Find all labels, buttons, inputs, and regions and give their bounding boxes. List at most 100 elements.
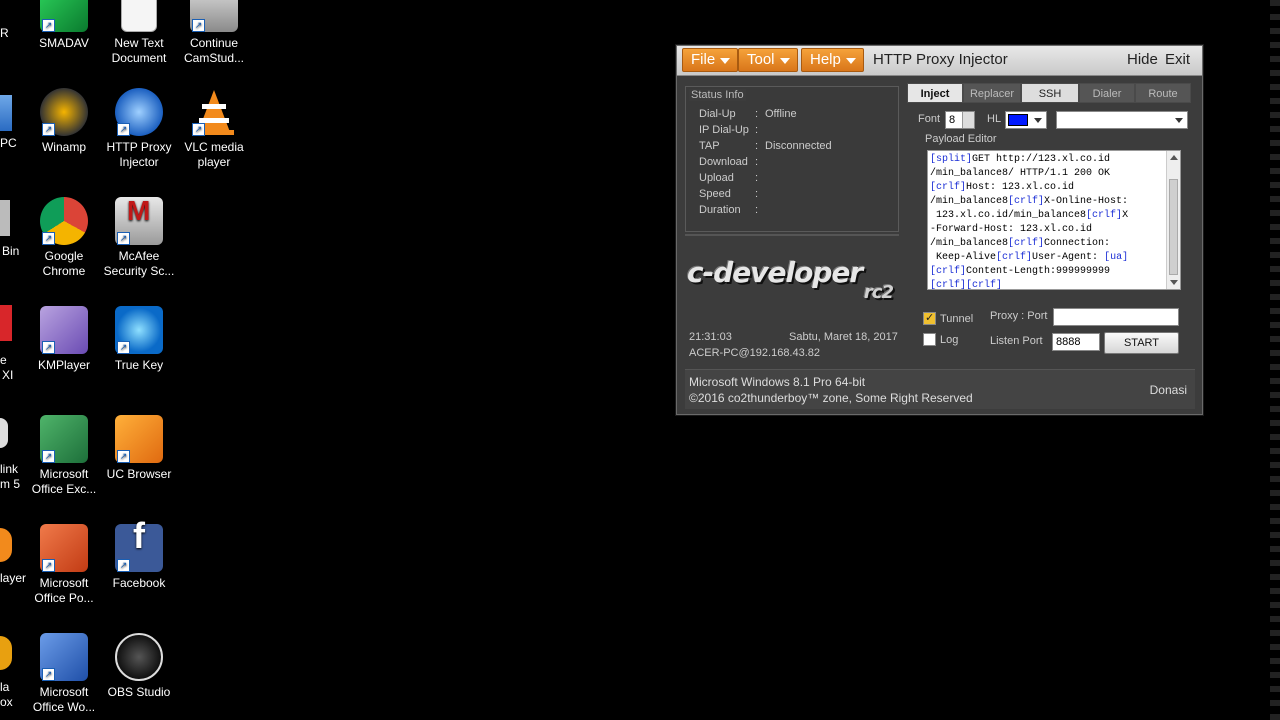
- tab-bar: Inject Replacer SSH Dialer Route: [907, 83, 1193, 103]
- desktop-icon-camstudio[interactable]: ↗ Continue CamStud...: [175, 0, 253, 66]
- log-checkbox[interactable]: [923, 333, 936, 346]
- status-key: TAP: [699, 140, 720, 152]
- status-key: Duration: [699, 204, 741, 216]
- payload-line: [split]GET http://123.xl.co.id: [930, 153, 1164, 167]
- payload-line: [crlf][crlf]: [930, 279, 1164, 290]
- status-info-legend: Status Info: [689, 89, 746, 101]
- tab-ssh[interactable]: SSH: [1021, 83, 1079, 103]
- smadav-icon: ↗: [40, 0, 88, 32]
- desktop-icon-label: HTTP Proxy Injector: [106, 140, 172, 169]
- file-menu-button[interactable]: File: [682, 48, 739, 72]
- footer: Microsoft Windows 8.1 Pro 64-bit ©2016 c…: [685, 369, 1195, 409]
- desktop-icon-kmplayer[interactable]: ↗ KMPlayer: [25, 306, 103, 373]
- adobe-icon[interactable]: [0, 305, 12, 341]
- title-bar[interactable]: File Tool Help HTTP Proxy Injector Hide …: [677, 46, 1202, 76]
- scroll-up-icon[interactable]: [1170, 155, 1178, 160]
- scroll-thumb[interactable]: [1169, 179, 1178, 275]
- chevron-down-icon: [1175, 118, 1183, 123]
- desktop-icon-label: Facebook: [112, 576, 166, 590]
- payload-fragment: /min_balance8: [930, 196, 1009, 207]
- status-row-ip-dialup: IP Dial-Up:: [699, 124, 765, 136]
- cut-label: e: [0, 353, 7, 367]
- desktop-icon-truekey[interactable]: ↗ True Key: [100, 306, 178, 373]
- payload-scrollbar[interactable]: [1166, 151, 1180, 289]
- powerpoint-icon: ↗: [40, 524, 88, 572]
- payload-fragment: 123.xl.co.id/min_balance8: [930, 210, 1087, 221]
- desktop-icon-facebook[interactable]: f ↗ Facebook: [100, 518, 178, 591]
- payload-editor[interactable]: [split]GET http://123.xl.co.id/min_balan…: [927, 150, 1181, 290]
- desktop-icon-label: KMPlayer: [37, 358, 90, 372]
- desktop-icon-vlc[interactable]: ↗ VLC media player: [175, 88, 253, 170]
- highlight-style-select[interactable]: [1056, 111, 1188, 129]
- window-title: HTTP Proxy Injector: [873, 51, 1008, 68]
- status-value: Disconnected: [765, 140, 832, 152]
- tab-route[interactable]: Route: [1135, 83, 1191, 103]
- tool-menu-button[interactable]: Tool: [738, 48, 798, 72]
- status-key: Speed: [699, 188, 731, 200]
- exit-button[interactable]: Exit: [1165, 51, 1190, 68]
- truekey-icon: ↗: [115, 306, 163, 354]
- donasi-link[interactable]: Donasi: [1150, 383, 1187, 397]
- proxy-port-label: Proxy : Port: [990, 310, 1048, 322]
- obs-icon: [115, 633, 163, 681]
- desktop-icon-label: Continue CamStud...: [183, 36, 245, 65]
- os-info: Microsoft Windows 8.1 Pro 64-bit: [689, 375, 866, 389]
- status-key: Dial-Up: [699, 108, 736, 120]
- recycle-bin-icon[interactable]: [0, 200, 10, 236]
- cut-label: la: [0, 680, 10, 694]
- tab-dialer[interactable]: Dialer: [1079, 83, 1135, 103]
- tool-menu-label: Tool: [747, 51, 775, 68]
- desktop-icon-label: Microsoft Office Exc...: [31, 467, 97, 496]
- payload-fragment: X-Online-Host:: [1044, 196, 1129, 207]
- scroll-down-icon[interactable]: [1170, 280, 1178, 285]
- payload-fragment: Content-Length:999999999: [966, 266, 1111, 277]
- highlight-color-picker[interactable]: [1005, 111, 1047, 129]
- desktop-icon-powerpoint[interactable]: ↗ Microsoft Office Po...: [25, 524, 103, 606]
- desktop-icon-http-proxy-injector[interactable]: ↗ HTTP Proxy Injector: [100, 88, 178, 170]
- desktop-icon-label: Google Chrome: [42, 249, 86, 278]
- kmplayer-icon: ↗: [40, 306, 88, 354]
- hide-button[interactable]: Hide: [1127, 51, 1158, 68]
- listen-port-input[interactable]: 8888: [1052, 333, 1100, 351]
- desktop-icon-chrome[interactable]: ↗ Google Chrome: [25, 197, 103, 279]
- link-icon[interactable]: [0, 418, 8, 448]
- desktop-icon-word[interactable]: ↗ Microsoft Office Wo...: [25, 633, 103, 715]
- payload-tag: [crlf]: [1008, 196, 1045, 207]
- desktop-icon-obs[interactable]: OBS Studio: [100, 633, 178, 700]
- desktop-icon-ucbrowser[interactable]: ↗ UC Browser: [100, 415, 178, 482]
- firefox-icon[interactable]: [0, 636, 12, 670]
- payload-tag: [crlf]: [1008, 238, 1045, 249]
- desktop-icon-mcafee[interactable]: M ↗ McAfee Security Sc...: [100, 197, 178, 279]
- payload-fragment: Connection:: [1044, 238, 1111, 249]
- help-menu-button[interactable]: Help: [801, 48, 864, 72]
- start-button[interactable]: START: [1104, 332, 1179, 354]
- desktop-icon-text-document[interactable]: New Text Document: [100, 0, 178, 66]
- desktop-icon-winamp[interactable]: ↗ Winamp: [25, 88, 103, 155]
- developer-logo: c-developer rc2: [687, 256, 899, 303]
- payload-fragment: X: [1122, 210, 1129, 221]
- tunnel-checkbox[interactable]: [923, 311, 936, 325]
- desktop-icon-label: SMADAV: [39, 36, 89, 50]
- tab-inject[interactable]: Inject: [907, 83, 963, 103]
- player-icon[interactable]: [0, 528, 12, 562]
- desktop-icon-excel[interactable]: ↗ Microsoft Office Exc...: [25, 415, 103, 497]
- payload-text[interactable]: [split]GET http://123.xl.co.id/min_balan…: [930, 153, 1164, 290]
- tab-replacer[interactable]: Replacer: [963, 83, 1021, 103]
- desktop-icon-label: Microsoft Office Po...: [34, 576, 94, 605]
- desktop-icon-label: True Key: [114, 358, 164, 372]
- desktop-icon-smadav[interactable]: ↗ SMADAV: [25, 0, 103, 51]
- stepper-arrows-icon[interactable]: [962, 112, 974, 128]
- listen-port-label: Listen Port: [990, 335, 1043, 347]
- desktop-icon-label: Winamp: [41, 140, 86, 154]
- desktop-icon-label: OBS Studio: [107, 685, 171, 699]
- pc-icon[interactable]: [0, 95, 12, 131]
- status-key: Download: [699, 156, 748, 168]
- copyright: ©2016 co2thunderboy™ zone, Some Right Re…: [689, 391, 973, 405]
- font-size-stepper[interactable]: 8: [945, 111, 975, 129]
- facebook-icon: f ↗: [115, 518, 163, 572]
- payload-line: [crlf]Content-Length:999999999: [930, 265, 1164, 279]
- proxy-port-input[interactable]: [1053, 308, 1179, 326]
- payload-tag: [crlf][crlf]: [930, 280, 1003, 290]
- http-proxy-injector-icon: ↗: [115, 88, 163, 136]
- payload-fragment: User-Agent:: [1032, 252, 1105, 263]
